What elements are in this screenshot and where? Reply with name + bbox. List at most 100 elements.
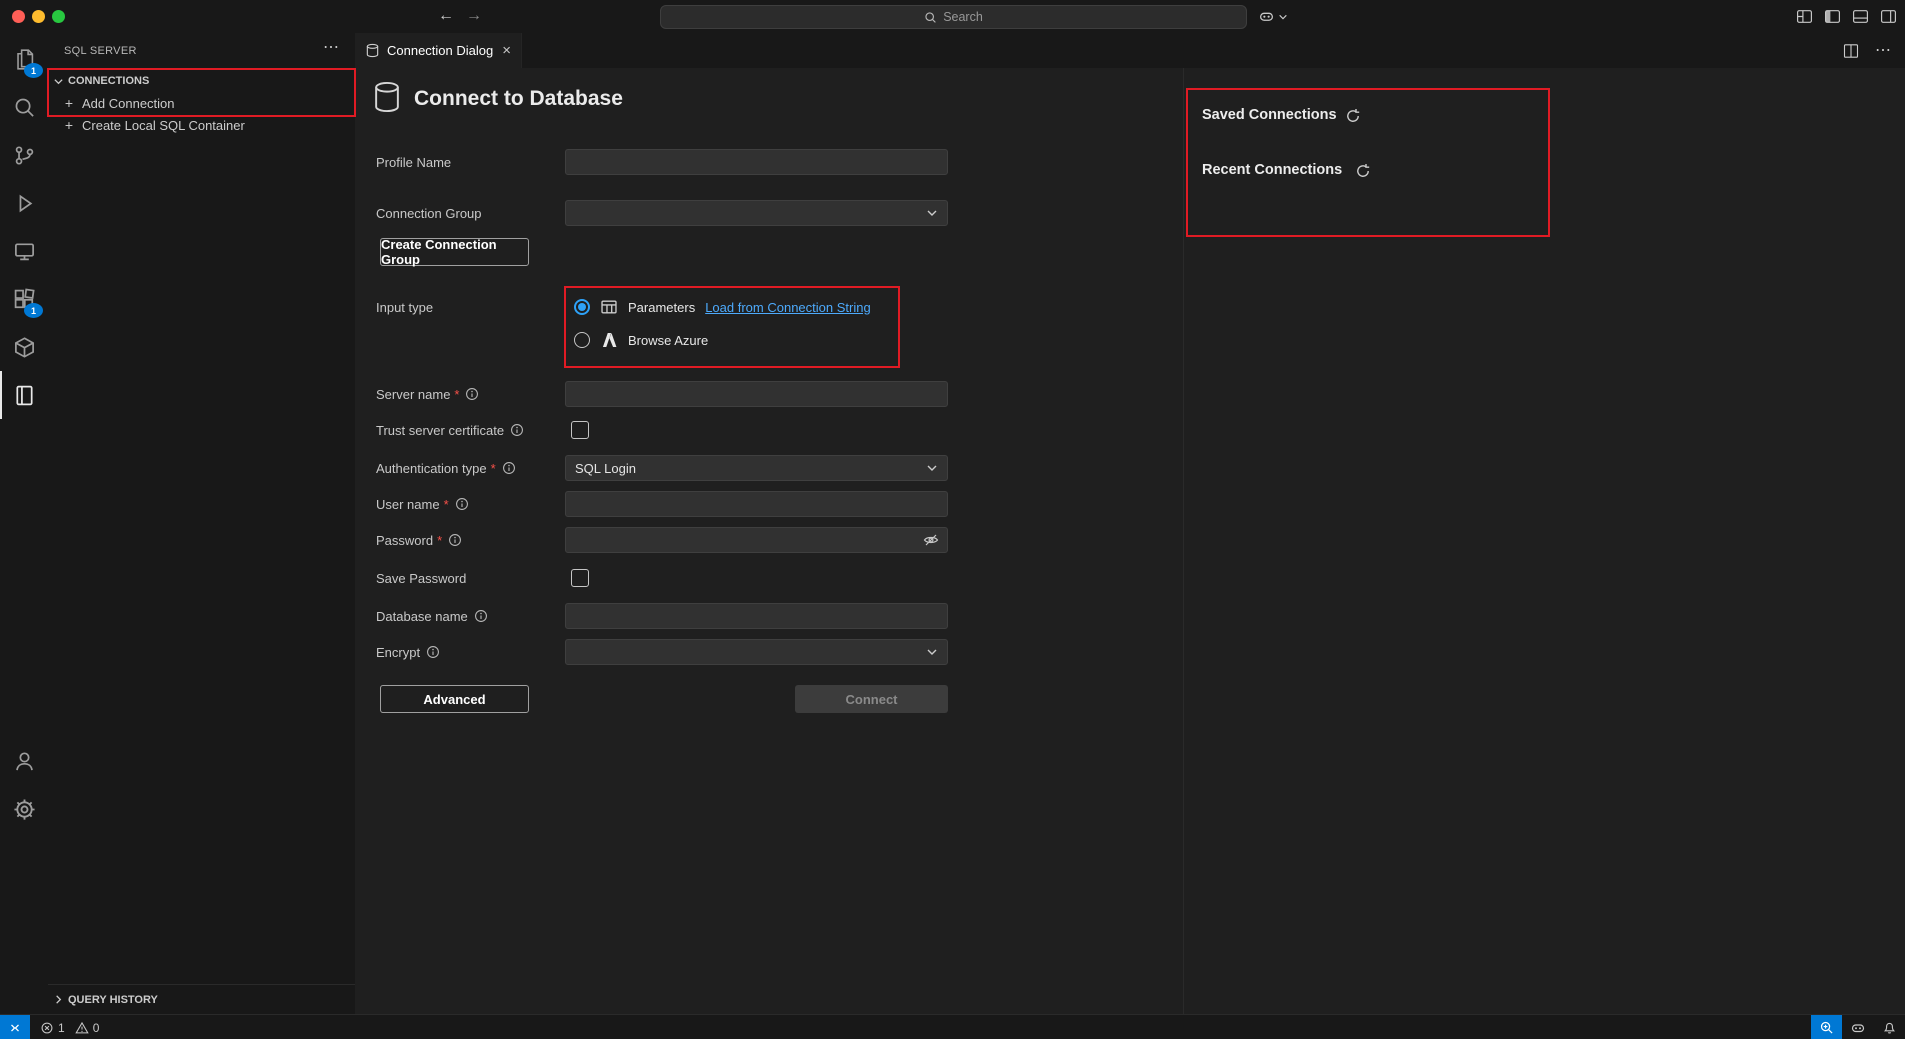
- toggle-secondary-sidebar-icon[interactable]: [1880, 8, 1897, 25]
- maximize-window-button[interactable]: [52, 10, 65, 23]
- error-icon: [40, 1021, 54, 1035]
- info-icon[interactable]: [426, 645, 440, 659]
- warning-icon: [75, 1021, 89, 1035]
- tab-connection-dialog[interactable]: Connection Dialog ×: [355, 33, 522, 68]
- eye-off-icon[interactable]: [923, 532, 939, 548]
- title-bar: ← → Search: [0, 0, 1905, 34]
- info-icon[interactable]: [502, 461, 516, 475]
- extensions-badge: 1: [24, 303, 43, 318]
- chevron-down-icon: [926, 462, 938, 474]
- save-password-label: Save Password: [376, 565, 466, 591]
- notifications-bell-icon[interactable]: [1874, 1015, 1905, 1039]
- authentication-type-select[interactable]: SQL Login: [565, 455, 948, 481]
- explorer-badge: 1: [24, 63, 43, 78]
- database-icon: [372, 81, 402, 113]
- info-icon[interactable]: [474, 609, 488, 623]
- load-from-connection-string-link[interactable]: Load from Connection String: [705, 300, 870, 315]
- zoom-status-icon[interactable]: [1811, 1015, 1842, 1039]
- account-icon: [13, 750, 36, 773]
- tab-actions: ⋯: [1843, 33, 1891, 68]
- chevron-down-icon: [1278, 12, 1288, 22]
- chevron-down-icon: [926, 207, 938, 219]
- radio-unselected[interactable]: [574, 332, 590, 348]
- toggle-panel-icon[interactable]: [1852, 8, 1869, 25]
- activity-bar-sql-server[interactable]: [0, 371, 48, 419]
- source-control-icon: [13, 144, 36, 167]
- radio-selected[interactable]: [574, 299, 590, 315]
- activity-bar-explorer[interactable]: 1: [0, 35, 48, 83]
- create-connection-group-button[interactable]: Create Connection Group: [380, 238, 529, 266]
- connections-section-header[interactable]: CONNECTIONS: [48, 70, 355, 92]
- remote-indicator[interactable]: [0, 1015, 30, 1039]
- input-type-parameters-option[interactable]: Parameters Load from Connection String: [574, 297, 871, 317]
- required-marker: *: [444, 497, 449, 512]
- activity-bar-extensions[interactable]: 1: [0, 275, 48, 323]
- info-icon[interactable]: [465, 387, 479, 401]
- azure-icon: [600, 331, 618, 349]
- back-icon[interactable]: ←: [438, 5, 454, 27]
- settings-gear-icon: [13, 798, 36, 821]
- refresh-saved-connections-icon[interactable]: [1345, 108, 1361, 124]
- sidebar-sql-server: SQL SERVER ⋯ CONNECTIONS + Add Connectio…: [48, 33, 356, 1014]
- add-icon: +: [63, 117, 75, 133]
- profile-name-label: Profile Name: [376, 149, 451, 175]
- close-icon[interactable]: ×: [502, 42, 511, 59]
- warning-count: 0: [93, 1021, 100, 1035]
- info-icon[interactable]: [448, 533, 462, 547]
- run-debug-icon: [13, 192, 36, 215]
- minimize-window-button[interactable]: [32, 10, 45, 23]
- sidebar-more-actions-icon[interactable]: ⋯: [323, 37, 339, 57]
- activity-bar-search[interactable]: [0, 83, 48, 131]
- connection-dialog-tab-icon: [365, 43, 380, 58]
- server-name-label: Server name*: [376, 381, 479, 407]
- command-center-search[interactable]: Search: [660, 5, 1247, 29]
- info-icon[interactable]: [510, 423, 524, 437]
- chevron-down-icon: [926, 646, 938, 658]
- connect-button[interactable]: Connect: [795, 685, 948, 713]
- add-connection-item[interactable]: + Add Connection: [48, 92, 355, 114]
- profile-name-input[interactable]: [565, 149, 948, 175]
- activity-bar-source-control[interactable]: [0, 131, 48, 179]
- refresh-recent-connections-icon[interactable]: [1355, 163, 1371, 179]
- toggle-primary-sidebar-icon[interactable]: [1824, 8, 1841, 25]
- user-name-input[interactable]: [565, 491, 948, 517]
- activity-bar-run-debug[interactable]: [0, 179, 48, 227]
- input-type-browse-azure-option[interactable]: Browse Azure: [574, 330, 708, 350]
- query-history-section-header[interactable]: QUERY HISTORY: [48, 984, 355, 1014]
- activity-bar-settings[interactable]: [0, 785, 48, 833]
- copilot-status-icon[interactable]: [1842, 1015, 1874, 1039]
- more-actions-icon[interactable]: ⋯: [1875, 43, 1891, 59]
- server-name-input[interactable]: [565, 381, 948, 407]
- forward-icon[interactable]: →: [466, 5, 482, 27]
- info-icon[interactable]: [455, 497, 469, 511]
- user-name-label: User name*: [376, 491, 469, 517]
- password-label: Password*: [376, 527, 462, 553]
- connection-group-label: Connection Group: [376, 200, 482, 226]
- save-password-checkbox[interactable]: [571, 569, 589, 587]
- close-window-button[interactable]: [12, 10, 25, 23]
- problems-indicator[interactable]: 1 0: [40, 1021, 99, 1035]
- trust-server-certificate-checkbox[interactable]: [571, 421, 589, 439]
- recent-connections-title: Recent Connections: [1202, 162, 1342, 178]
- input-type-label: Input type: [376, 296, 433, 318]
- required-marker: *: [454, 387, 459, 402]
- split-editor-icon[interactable]: [1843, 43, 1859, 59]
- activity-bar-containers[interactable]: [0, 323, 48, 371]
- encrypt-select[interactable]: [565, 639, 948, 665]
- search-icon: [924, 11, 937, 24]
- vscode-window: ← → Search: [0, 0, 1905, 1039]
- search-placeholder: Search: [943, 10, 983, 24]
- sidebar-title: SQL SERVER: [64, 45, 137, 57]
- activity-bar-remote-explorer[interactable]: [0, 227, 48, 275]
- create-local-sql-container-item[interactable]: + Create Local SQL Container: [48, 114, 355, 136]
- connection-group-select[interactable]: [565, 200, 948, 226]
- status-bar-right: [1811, 1015, 1905, 1039]
- required-marker: *: [491, 461, 496, 476]
- advanced-button[interactable]: Advanced: [380, 685, 529, 713]
- database-name-input[interactable]: [565, 603, 948, 629]
- activity-bar-accounts[interactable]: [0, 737, 48, 785]
- password-input[interactable]: [565, 527, 948, 553]
- copilot-menu[interactable]: [1258, 8, 1288, 25]
- customize-layout-icon[interactable]: [1796, 8, 1813, 25]
- required-marker: *: [437, 533, 442, 548]
